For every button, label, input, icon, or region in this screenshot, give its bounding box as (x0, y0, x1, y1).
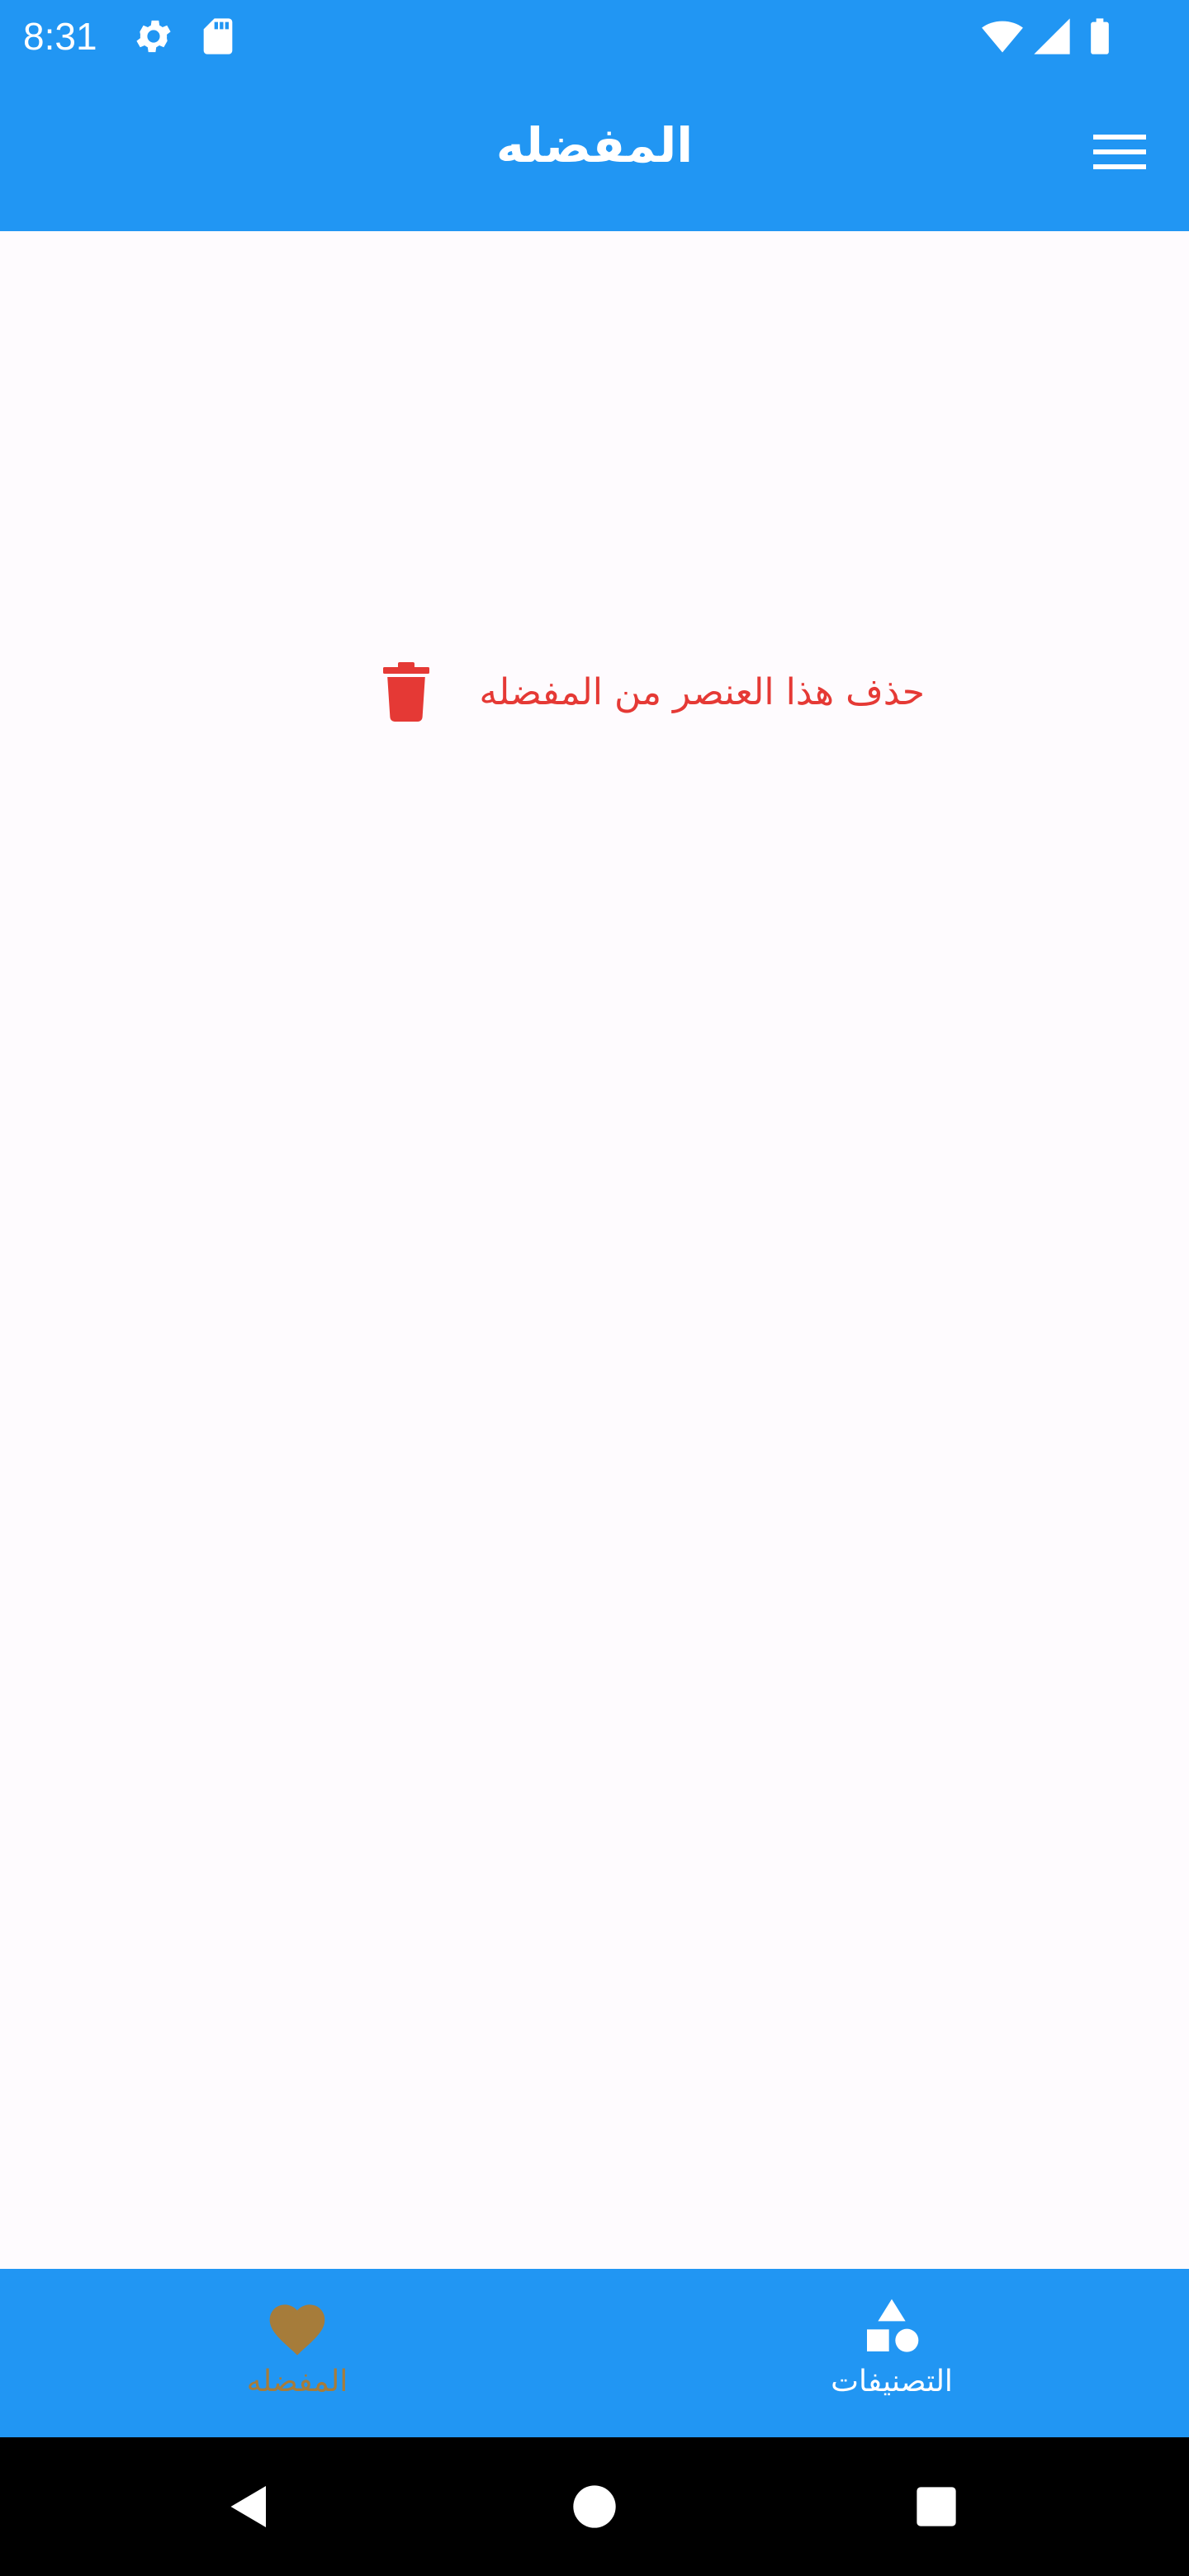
signal-icon (1030, 15, 1073, 58)
app-bar: المفضله (0, 73, 1189, 231)
recents-button[interactable] (898, 2469, 974, 2545)
nav-item-favorites[interactable]: المفضله (0, 2269, 594, 2437)
menu-icon (1093, 135, 1146, 169)
home-icon (573, 2485, 616, 2528)
nav-label-categories: التصنيفات (831, 2365, 953, 2398)
menu-button[interactable] (1080, 112, 1159, 192)
sd-card-icon (197, 15, 239, 58)
trash-icon[interactable] (380, 662, 433, 722)
system-navigation-bar (0, 2437, 1189, 2576)
back-icon (230, 2486, 266, 2527)
battery-icon (1078, 15, 1121, 58)
back-button[interactable] (211, 2469, 287, 2545)
nav-label-favorites: المفضله (246, 2365, 348, 2398)
delete-favorite-label: حذف هذا العنصر من المفضله (479, 670, 925, 713)
page-title: المفضله (495, 117, 694, 173)
delete-favorite-action[interactable]: حذف هذا العنصر من المفضله (314, 652, 925, 732)
favorites-screen: 8:31 المفضله حذف هذا العنصر من المفضله ا… (0, 0, 1189, 2576)
wifi-icon (979, 15, 1023, 58)
nav-item-categories[interactable]: التصنيفات (594, 2269, 1189, 2437)
heart-icon (264, 2295, 330, 2358)
settings-icon (132, 15, 175, 58)
category-shapes-icon (859, 2295, 925, 2358)
status-bar: 8:31 (0, 0, 1189, 73)
recents-icon (917, 2487, 956, 2526)
home-button[interactable] (557, 2469, 632, 2545)
bottom-navigation: المفضله التصنيفات (0, 2269, 1189, 2437)
status-time: 8:31 (23, 15, 97, 58)
favorites-content: حذف هذا العنصر من المفضله (0, 231, 1189, 2269)
